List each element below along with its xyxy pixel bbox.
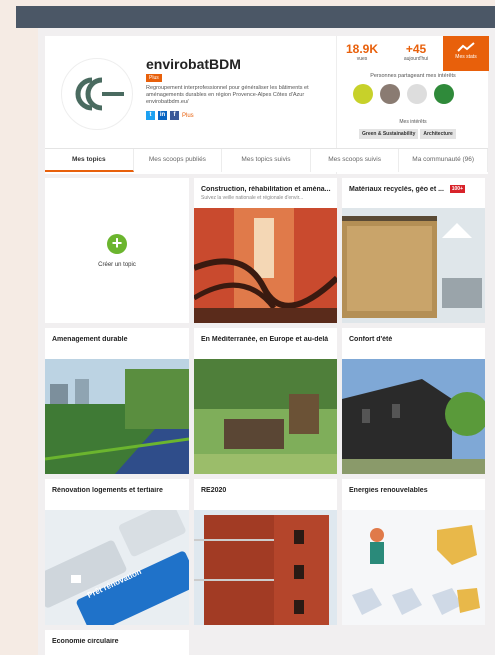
- top-bar: [16, 6, 495, 28]
- topic-title: En Méditerranée, en Europe et au-delà: [201, 336, 329, 343]
- create-topic-card[interactable]: + Créer un topic: [45, 178, 189, 323]
- twitter-icon[interactable]: t: [146, 111, 155, 120]
- today-stat: +45 aujourd'hui: [393, 42, 439, 62]
- plus-icon: +: [107, 233, 127, 254]
- topic-title: Amenagement durable: [52, 336, 128, 343]
- tab-scoops-suivis[interactable]: Mes scoops suivis: [311, 149, 400, 172]
- tab-topics-suivis[interactable]: Mes topics suivis: [222, 149, 311, 172]
- shared-user-avatar[interactable]: [353, 84, 373, 104]
- topic-image: [45, 510, 189, 625]
- topic-card[interactable]: RE2020: [194, 479, 337, 625]
- folder-icon: [71, 575, 81, 583]
- profile-description: Regroupement interprofessionnel pour gén…: [146, 85, 309, 105]
- topic-image: [194, 208, 337, 323]
- mystats-button[interactable]: Mes stats: [443, 36, 489, 71]
- topic-card[interactable]: Confort d'été: [342, 328, 485, 474]
- today-count: +45: [405, 42, 427, 56]
- main-panel: envirobatBDM Plus Regroupement interprof…: [38, 28, 495, 655]
- views-count: 18.9K: [345, 42, 379, 56]
- shared-user-avatar[interactable]: [407, 84, 427, 104]
- topic-image: [342, 359, 485, 474]
- topic-card[interactable]: Matériaux recyclés, géo et ... 100+: [342, 178, 485, 323]
- topic-card[interactable]: Economie circulaire: [45, 630, 189, 655]
- topic-card[interactable]: Amenagement durable: [45, 328, 189, 474]
- views-label: vues: [356, 56, 368, 62]
- topic-image: [194, 510, 337, 625]
- topic-image: [342, 208, 485, 323]
- topic-card[interactable]: En Méditerranée, en Europe et au-delà: [194, 328, 337, 474]
- shared-user-avatar[interactable]: [434, 84, 454, 104]
- linkedin-icon[interactable]: in: [158, 111, 167, 120]
- tab-scoops-publies[interactable]: Mes scoops publiés: [134, 149, 223, 172]
- shared-user-avatar[interactable]: [380, 84, 400, 104]
- socials-more-link[interactable]: Plus: [182, 113, 194, 119]
- share-avatars: [353, 84, 454, 104]
- topic-title: RE2020: [201, 487, 227, 494]
- mystats-label: Mes stats: [455, 54, 477, 60]
- trend-icon: [457, 42, 475, 52]
- profile-name: envirobatBDM: [146, 56, 241, 72]
- topic-card[interactable]: Construction, réhabilitation et aména...…: [194, 178, 337, 323]
- topic-image: [45, 359, 189, 474]
- interests-list: Green & Sustainability Architecture: [359, 129, 456, 139]
- topic-title: Confort d'été: [349, 336, 393, 343]
- interest-tag[interactable]: Architecture: [420, 129, 456, 139]
- topic-badge: 100+: [449, 185, 465, 193]
- topic-card[interactable]: Rénovation logements et tertiaire Prêt r…: [45, 479, 189, 625]
- interests-title: Mes intérêts: [399, 119, 427, 125]
- tab-mes-topics[interactable]: Mes topics: [45, 149, 134, 172]
- topic-title: Energies renouvelables: [349, 487, 428, 494]
- topic-image: [194, 359, 337, 474]
- interest-tag[interactable]: Green & Sustainability: [359, 129, 419, 139]
- tab-communaute[interactable]: Ma communauté (96): [399, 149, 488, 172]
- plus-badge: Plus: [146, 74, 162, 82]
- create-topic-label: Créer un topic: [98, 261, 136, 268]
- social-links: t in f Plus: [146, 111, 194, 120]
- topic-title: Rénovation logements et tertiaire: [52, 487, 163, 494]
- profile-tabs: Mes topics Mes scoops publiés Mes topics…: [45, 148, 488, 172]
- facebook-icon[interactable]: f: [170, 111, 179, 120]
- topic-title: Matériaux recyclés, géo et ...: [349, 186, 444, 193]
- views-stat: 18.9K vues: [339, 42, 385, 62]
- topic-image: [342, 510, 485, 625]
- today-label: aujourd'hui: [403, 56, 429, 62]
- profile-avatar[interactable]: [61, 58, 133, 130]
- topic-subtitle: Suivez la veille nationale et régionale …: [201, 195, 304, 201]
- topic-card[interactable]: Energies renouvelables: [342, 479, 485, 625]
- share-title: Personnes partageant mes intérêts: [370, 73, 456, 79]
- topic-title: Construction, réhabilitation et aména...: [201, 186, 331, 193]
- topic-title: Economie circulaire: [52, 638, 119, 645]
